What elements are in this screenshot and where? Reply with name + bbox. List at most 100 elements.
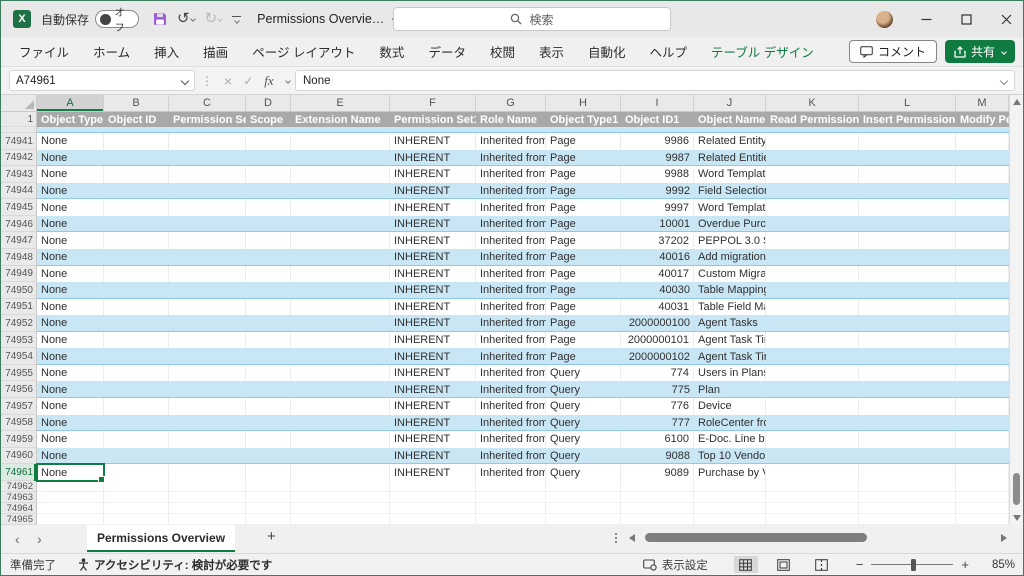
formula-bar-expand-icon[interactable] [1000, 76, 1008, 84]
column-header-F[interactable]: F [390, 95, 476, 111]
name-box[interactable]: A74961 [9, 70, 195, 91]
insert-function-button[interactable]: fx [264, 73, 273, 89]
cell-G74952[interactable]: Inherited from [476, 315, 546, 332]
zoom-out-button[interactable]: − [856, 558, 864, 571]
cell-B74959[interactable] [104, 431, 169, 448]
row-header-74962[interactable]: 74962 [1, 481, 37, 492]
cell-M74963[interactable] [956, 492, 1009, 503]
cell-A74949[interactable]: None [37, 266, 104, 283]
cell-B74942[interactable] [104, 150, 169, 167]
cell-C74943[interactable] [169, 166, 246, 183]
row-header-74954[interactable]: 74954 [1, 348, 37, 365]
header-cell-F[interactable]: Permission Set1 [390, 112, 476, 127]
cell-H74954[interactable]: Page [546, 348, 621, 365]
cell-F74951[interactable]: INHERENT [390, 299, 476, 316]
cell-M74950[interactable] [956, 282, 1009, 299]
cell-E74961[interactable] [291, 464, 390, 481]
ribbon-tab-8[interactable]: 表示 [527, 37, 576, 66]
cell-I74949[interactable]: 40017 [621, 266, 694, 283]
cell-D74943[interactable] [246, 166, 291, 183]
cell-H74960[interactable]: Query [546, 448, 621, 465]
cell-J74944[interactable]: Field Selection [694, 183, 766, 200]
ribbon-tab-9[interactable]: 自動化 [576, 37, 638, 66]
cell-K74950[interactable] [766, 282, 859, 299]
cell-H74958[interactable]: Query [546, 415, 621, 432]
cell-I74946[interactable]: 10001 [621, 216, 694, 233]
cell-H74946[interactable]: Page [546, 216, 621, 233]
cell-I74959[interactable]: 6100 [621, 431, 694, 448]
cell-B74963[interactable] [104, 492, 169, 503]
cell-I74948[interactable]: 40016 [621, 249, 694, 266]
cell-B74941[interactable] [104, 133, 169, 150]
cell-L74945[interactable] [859, 199, 956, 216]
cell-J74945[interactable]: Word Template [694, 199, 766, 216]
cancel-entry-button[interactable]: × [224, 73, 232, 89]
cell-J74958[interactable]: RoleCenter from [694, 415, 766, 432]
cell-B74946[interactable] [104, 216, 169, 233]
cell-F74955[interactable]: INHERENT [390, 365, 476, 382]
cell-G74948[interactable]: Inherited from [476, 249, 546, 266]
cell-K74960[interactable] [766, 448, 859, 465]
cell-B74962[interactable] [104, 481, 169, 492]
cell-M74960[interactable] [956, 448, 1009, 465]
cell-K74943[interactable] [766, 166, 859, 183]
cell-E74958[interactable] [291, 415, 390, 432]
row-header-74959[interactable]: 74959 [1, 431, 37, 448]
cell-J74950[interactable]: Table Mappings [694, 282, 766, 299]
cell-I74955[interactable]: 774 [621, 365, 694, 382]
cell-G74942[interactable]: Inherited from [476, 150, 546, 167]
cell-H74955[interactable]: Query [546, 365, 621, 382]
zoom-in-button[interactable]: + [961, 558, 969, 571]
cell-E74965[interactable] [291, 514, 390, 525]
cell-G74961[interactable]: Inherited from [476, 464, 546, 481]
vertical-scrollbar[interactable] [1009, 95, 1023, 525]
header-cell-C[interactable]: Permission Set [169, 112, 246, 127]
cell-C74946[interactable] [169, 216, 246, 233]
cell-C74947[interactable] [169, 232, 246, 249]
cell-F74945[interactable]: INHERENT [390, 199, 476, 216]
cell-C74960[interactable] [169, 448, 246, 465]
cell-H74942[interactable]: Page [546, 150, 621, 167]
cell-J74965[interactable] [694, 514, 766, 525]
ribbon-tab-7[interactable]: 校閲 [478, 37, 527, 66]
vertical-scroll-thumb[interactable] [1013, 473, 1020, 505]
cell-F74948[interactable]: INHERENT [390, 249, 476, 266]
cell-A74947[interactable]: None [37, 232, 104, 249]
cell-I74947[interactable]: 37202 [621, 232, 694, 249]
cell-A74944[interactable]: None [37, 183, 104, 200]
name-box-dropdown-icon[interactable] [181, 76, 189, 84]
cell-M74957[interactable] [956, 398, 1009, 415]
cell-I74952[interactable]: 2000000100 [621, 315, 694, 332]
cell-C74945[interactable] [169, 199, 246, 216]
cell-D74956[interactable] [246, 381, 291, 398]
cell-J74954[interactable]: Agent Task Tim [694, 348, 766, 365]
cell-G74965[interactable] [476, 514, 546, 525]
cell-M74964[interactable] [956, 503, 1009, 514]
cell-D74944[interactable] [246, 183, 291, 200]
redo-button[interactable]: ↻ [205, 10, 223, 28]
cell-K74945[interactable] [766, 199, 859, 216]
normal-view-button[interactable] [734, 556, 758, 573]
cell-L74959[interactable] [859, 431, 956, 448]
cell-H74952[interactable]: Page [546, 315, 621, 332]
row-header-74951[interactable]: 74951 [1, 299, 37, 316]
ribbon-tab-10[interactable]: ヘルプ [638, 37, 700, 66]
cell-G74956[interactable]: Inherited from [476, 381, 546, 398]
cell-H74943[interactable]: Page [546, 166, 621, 183]
row-header-74953[interactable]: 74953 [1, 332, 37, 349]
cell-D74941[interactable] [246, 133, 291, 150]
cell-I74953[interactable]: 2000000101 [621, 332, 694, 349]
cell-C74961[interactable] [169, 464, 246, 481]
cell-H74964[interactable] [546, 503, 621, 514]
cell-I74944[interactable]: 9992 [621, 183, 694, 200]
cell-D74948[interactable] [246, 249, 291, 266]
cell-K74948[interactable] [766, 249, 859, 266]
header-cell-D[interactable]: Scope [246, 112, 291, 127]
row-header-74945[interactable]: 74945 [1, 199, 37, 216]
cell-J74964[interactable] [694, 503, 766, 514]
cell-E74944[interactable] [291, 183, 390, 200]
header-cell-K[interactable]: Read Permission [766, 112, 859, 127]
cell-K74959[interactable] [766, 431, 859, 448]
ribbon-tab-2[interactable]: 挿入 [142, 37, 191, 66]
cell-C74965[interactable] [169, 514, 246, 525]
